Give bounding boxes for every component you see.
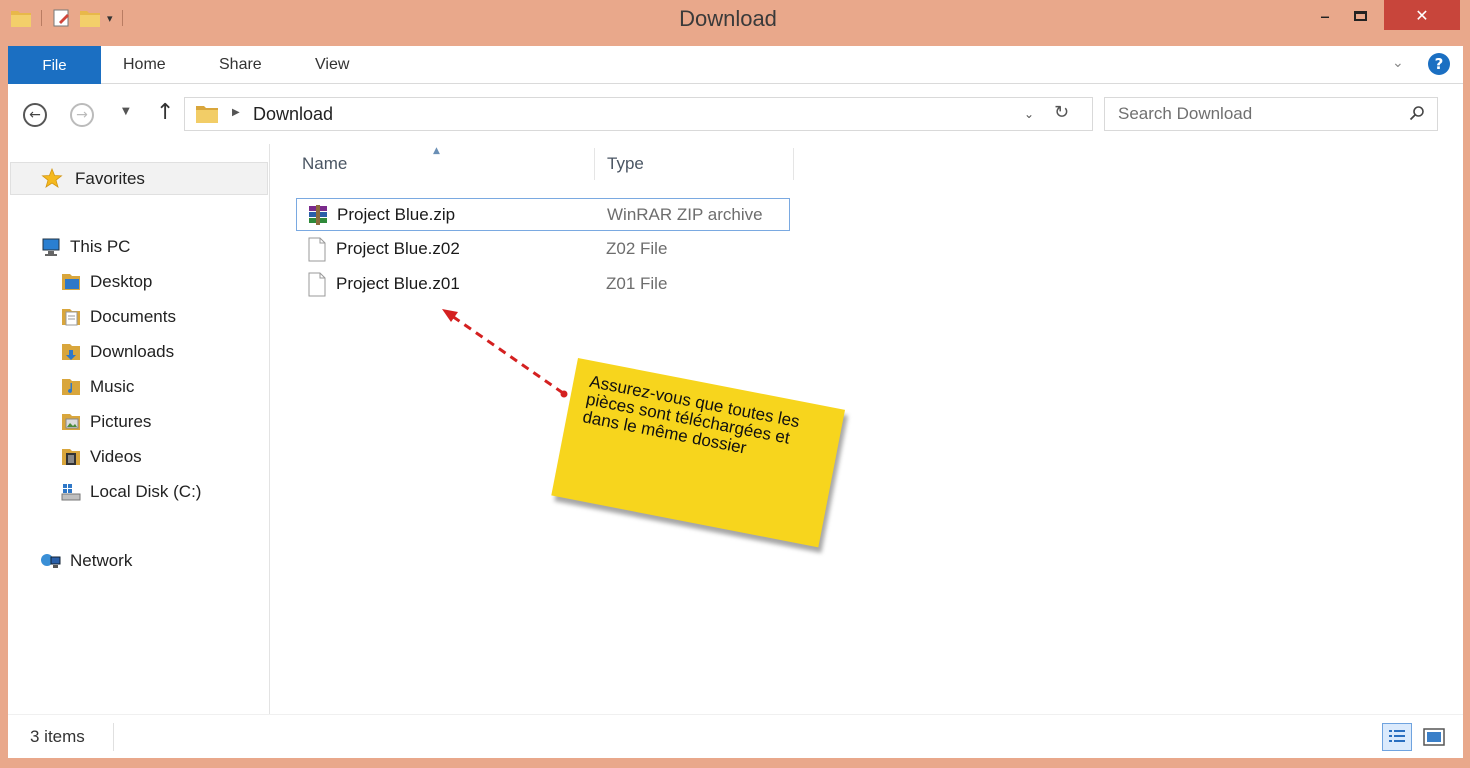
file-name: Project Blue.z02 bbox=[336, 239, 460, 258]
nav-network-label: Network bbox=[70, 551, 133, 570]
downloads-icon bbox=[62, 344, 80, 360]
file-row[interactable]: Project Blue.z02 Z02 File bbox=[296, 233, 790, 266]
details-view-icon bbox=[1389, 730, 1405, 742]
nav-desktop-label: Desktop bbox=[90, 272, 153, 291]
address-dropdown-icon[interactable]: ⌄ bbox=[1024, 107, 1034, 121]
folder-icon bbox=[196, 106, 218, 123]
ribbon: File Home Share View ⌄ ? bbox=[8, 46, 1463, 84]
column-divider[interactable] bbox=[594, 148, 595, 180]
nav-this-pc[interactable]: This PC bbox=[40, 237, 130, 257]
star-icon bbox=[41, 168, 63, 188]
pictures-icon bbox=[62, 414, 80, 430]
item-count: 3 items bbox=[30, 727, 85, 746]
nav-pictures[interactable]: Pictures bbox=[60, 412, 151, 432]
breadcrumb-chevron-icon[interactable]: ▶ bbox=[232, 107, 240, 118]
column-header-name[interactable]: Name bbox=[302, 154, 347, 174]
file-type: WinRAR ZIP archive bbox=[607, 205, 763, 224]
search-input[interactable] bbox=[1105, 98, 1395, 130]
address-bar[interactable]: ▶ Download ⌄ ↻ bbox=[184, 97, 1093, 131]
nav-network[interactable]: Network bbox=[40, 551, 132, 571]
column-header-type[interactable]: Type bbox=[607, 154, 644, 174]
maximize-icon bbox=[1353, 11, 1367, 21]
large-icons-view-icon[interactable] bbox=[1421, 725, 1447, 749]
blank-file-icon bbox=[308, 272, 326, 297]
nav-local-disk[interactable]: Local Disk (C:) bbox=[60, 482, 201, 502]
tab-share[interactable]: Share bbox=[219, 56, 262, 74]
nav-music[interactable]: Music bbox=[60, 377, 134, 397]
file-name: Project Blue.z01 bbox=[336, 274, 460, 293]
nav-favorites-label: Favorites bbox=[75, 169, 145, 188]
nav-music-label: Music bbox=[90, 377, 135, 396]
tab-view[interactable]: View bbox=[315, 56, 349, 74]
blank-file-icon bbox=[308, 237, 326, 262]
details-view-button[interactable] bbox=[1382, 723, 1412, 751]
breadcrumb[interactable]: Download bbox=[253, 104, 333, 125]
nav-favorites[interactable]: Favorites bbox=[10, 162, 268, 195]
local-disk-icon bbox=[61, 484, 81, 501]
search-icon[interactable] bbox=[1409, 105, 1425, 121]
search-box[interactable] bbox=[1104, 97, 1438, 131]
refresh-icon[interactable]: ↻ bbox=[1054, 102, 1069, 123]
tab-home[interactable]: Home bbox=[123, 56, 166, 74]
title-bar: ▾ Download – ✕ bbox=[0, 0, 1470, 40]
status-bar: 3 items bbox=[8, 714, 1463, 758]
nav-downloads[interactable]: Downloads bbox=[60, 342, 174, 362]
expand-ribbon-icon[interactable]: ⌄ bbox=[1392, 55, 1404, 71]
forward-arrow-icon: → bbox=[76, 107, 88, 123]
network-icon bbox=[41, 554, 61, 568]
nav-pictures-label: Pictures bbox=[90, 412, 152, 431]
up-button[interactable]: ↑ bbox=[156, 100, 174, 125]
window-title: Download bbox=[679, 6, 777, 31]
nav-documents-label: Documents bbox=[90, 307, 176, 326]
file-row[interactable]: Project Blue.z01 Z01 File bbox=[296, 268, 790, 301]
status-divider bbox=[113, 723, 114, 751]
close-button[interactable]: ✕ bbox=[1384, 0, 1460, 30]
back-button[interactable]: ← bbox=[23, 103, 47, 127]
help-icon[interactable]: ? bbox=[1428, 53, 1450, 75]
desktop-icon bbox=[62, 274, 80, 290]
sort-indicator-icon: ▲ bbox=[433, 146, 440, 156]
file-row[interactable]: Project Blue.zip WinRAR ZIP archive bbox=[296, 198, 790, 231]
documents-icon bbox=[62, 309, 80, 326]
navigation-pane: Favorites This PC Desktop Documents Down… bbox=[8, 144, 270, 714]
minimize-button[interactable]: – bbox=[1310, 0, 1340, 32]
file-type: Z02 File bbox=[606, 239, 668, 258]
file-type: Z01 File bbox=[606, 274, 668, 293]
winrar-archive-icon bbox=[309, 205, 327, 225]
recent-locations-button[interactable]: ▼ bbox=[122, 106, 130, 117]
back-arrow-icon: ← bbox=[29, 107, 41, 123]
computer-icon bbox=[42, 238, 60, 256]
nav-documents[interactable]: Documents bbox=[60, 307, 176, 327]
column-divider[interactable] bbox=[793, 148, 794, 180]
maximize-button[interactable] bbox=[1345, 0, 1375, 32]
tab-file[interactable]: File bbox=[8, 46, 101, 84]
music-icon bbox=[62, 379, 80, 395]
address-row: ← → ▼ ↑ ▶ Download ⌄ ↻ bbox=[8, 84, 1463, 144]
file-name: Project Blue.zip bbox=[337, 205, 456, 224]
nav-videos[interactable]: Videos bbox=[60, 447, 142, 467]
videos-icon bbox=[62, 449, 80, 465]
nav-desktop[interactable]: Desktop bbox=[60, 272, 152, 292]
nav-downloads-label: Downloads bbox=[90, 342, 175, 361]
nav-local-disk-label: Local Disk (C:) bbox=[90, 482, 202, 501]
nav-this-pc-label: This PC bbox=[70, 237, 131, 256]
forward-button[interactable]: → bbox=[70, 103, 94, 127]
nav-videos-label: Videos bbox=[90, 447, 142, 466]
